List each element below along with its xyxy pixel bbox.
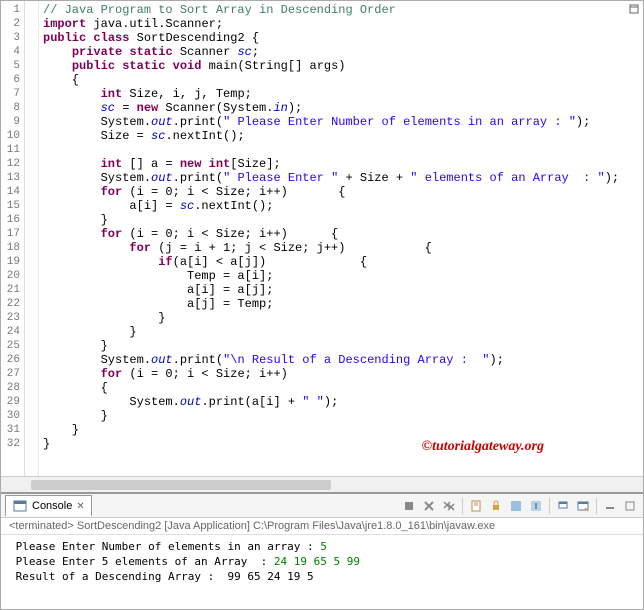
code-line[interactable]: System.out.print("\n Result of a Descend…	[39, 353, 643, 367]
code-line[interactable]: }	[39, 437, 643, 451]
line-number: 6	[3, 73, 20, 87]
line-number: 14	[3, 185, 20, 199]
console-output[interactable]: Please Enter Number of elements in an ar…	[1, 535, 643, 588]
line-number: 27	[3, 367, 20, 381]
line-number: 26	[3, 353, 20, 367]
code-line[interactable]: }	[39, 325, 643, 339]
line-number: 29	[3, 395, 20, 409]
line-number: 13	[3, 171, 20, 185]
code-line[interactable]: for (i = 0; i < Size; i++)	[39, 367, 643, 381]
code-line[interactable]: a[j] = Temp;	[39, 297, 643, 311]
code-line[interactable]	[39, 143, 643, 157]
code-editor[interactable]: 1234567891011121314151617181920212223242…	[1, 1, 643, 476]
line-number: 8	[3, 101, 20, 115]
line-number: 18	[3, 241, 20, 255]
display-selected-button[interactable]	[554, 497, 572, 515]
line-number: 10	[3, 129, 20, 143]
code-line[interactable]: public static void main(String[] args)	[39, 59, 643, 73]
console-line: Please Enter 5 elements of an Array : 24…	[9, 554, 635, 569]
line-number: 12	[3, 157, 20, 171]
code-line[interactable]: sc = new Scanner(System.in);	[39, 101, 643, 115]
line-number: 24	[3, 325, 20, 339]
code-line[interactable]: }	[39, 213, 643, 227]
code-line[interactable]: if(a[i] < a[j]) {	[39, 255, 643, 269]
line-number: 15	[3, 199, 20, 213]
code-line[interactable]: import java.util.Scanner;	[39, 17, 643, 31]
marker-column	[25, 1, 39, 476]
console-tab-label: Console	[32, 500, 72, 512]
line-number: 30	[3, 409, 20, 423]
line-number: 19	[3, 255, 20, 269]
line-number: 20	[3, 269, 20, 283]
code-line[interactable]: }	[39, 339, 643, 353]
line-number: 2	[3, 17, 20, 31]
line-number: 11	[3, 143, 20, 157]
console-status: <terminated> SortDescending2 [Java Appli…	[1, 518, 643, 535]
scroll-lock-button[interactable]	[487, 497, 505, 515]
code-line[interactable]: }	[39, 409, 643, 423]
line-number: 9	[3, 115, 20, 129]
line-number: 32	[3, 437, 20, 451]
console-tab[interactable]: Console ✕	[5, 495, 92, 516]
code-line[interactable]: for (i = 0; i < Size; i++) {	[39, 227, 643, 241]
code-line[interactable]: System.out.print(" Please Enter " + Size…	[39, 171, 643, 185]
code-area[interactable]: // Java Program to Sort Array in Descend…	[39, 1, 643, 476]
code-line[interactable]: {	[39, 381, 643, 395]
maximize-button[interactable]	[621, 497, 639, 515]
console-line: Result of a Descending Array : 99 65 24 …	[9, 569, 635, 584]
code-line[interactable]: {	[39, 73, 643, 87]
code-line[interactable]: private static Scanner sc;	[39, 45, 643, 59]
line-number: 7	[3, 87, 20, 101]
code-line[interactable]: System.out.print(" Please Enter Number o…	[39, 115, 643, 129]
console-tab-bar: Console ✕	[1, 494, 643, 518]
code-line[interactable]: Size = sc.nextInt();	[39, 129, 643, 143]
line-number: 25	[3, 339, 20, 353]
code-line[interactable]: a[i] = sc.nextInt();	[39, 199, 643, 213]
line-number: 28	[3, 381, 20, 395]
code-line[interactable]: }	[39, 423, 643, 437]
code-line[interactable]: int [] a = new int[Size];	[39, 157, 643, 171]
remove-all-button[interactable]	[440, 497, 458, 515]
code-line[interactable]: for (j = i + 1; j < Size; j++) {	[39, 241, 643, 255]
terminate-button[interactable]	[400, 497, 418, 515]
code-line[interactable]: int Size, i, j, Temp;	[39, 87, 643, 101]
line-number: 5	[3, 59, 20, 73]
code-line[interactable]: }	[39, 311, 643, 325]
line-number: 21	[3, 283, 20, 297]
console-panel: Console ✕ <terminated> SortDescending2 […	[1, 492, 643, 588]
code-line[interactable]: System.out.print(a[i] + " ");	[39, 395, 643, 409]
word-wrap-button[interactable]	[507, 497, 525, 515]
line-number: 22	[3, 297, 20, 311]
line-number: 4	[3, 45, 20, 59]
line-number: 31	[3, 423, 20, 437]
minimize-button[interactable]	[601, 497, 619, 515]
code-line[interactable]: Temp = a[i];	[39, 269, 643, 283]
console-line: Please Enter Number of elements in an ar…	[9, 539, 635, 554]
close-icon[interactable]: ✕	[76, 501, 84, 512]
code-line[interactable]: public class SortDescending2 {	[39, 31, 643, 45]
minimize-icon[interactable]	[628, 3, 640, 15]
line-number: 3	[3, 31, 20, 45]
code-line[interactable]: a[i] = a[j];	[39, 283, 643, 297]
clear-console-button[interactable]	[467, 497, 485, 515]
line-number-gutter: 1234567891011121314151617181920212223242…	[1, 1, 25, 476]
console-icon	[12, 498, 28, 514]
pin-console-button[interactable]	[527, 497, 545, 515]
remove-terminated-button[interactable]	[420, 497, 438, 515]
horizontal-scrollbar[interactable]	[1, 476, 643, 492]
line-number: 23	[3, 311, 20, 325]
line-number: 16	[3, 213, 20, 227]
console-toolbar	[400, 497, 639, 515]
code-line[interactable]: for (i = 0; i < Size; i++) {	[39, 185, 643, 199]
open-console-button[interactable]	[574, 497, 592, 515]
code-line[interactable]: // Java Program to Sort Array in Descend…	[39, 3, 643, 17]
line-number: 1	[3, 3, 20, 17]
line-number: 17	[3, 227, 20, 241]
